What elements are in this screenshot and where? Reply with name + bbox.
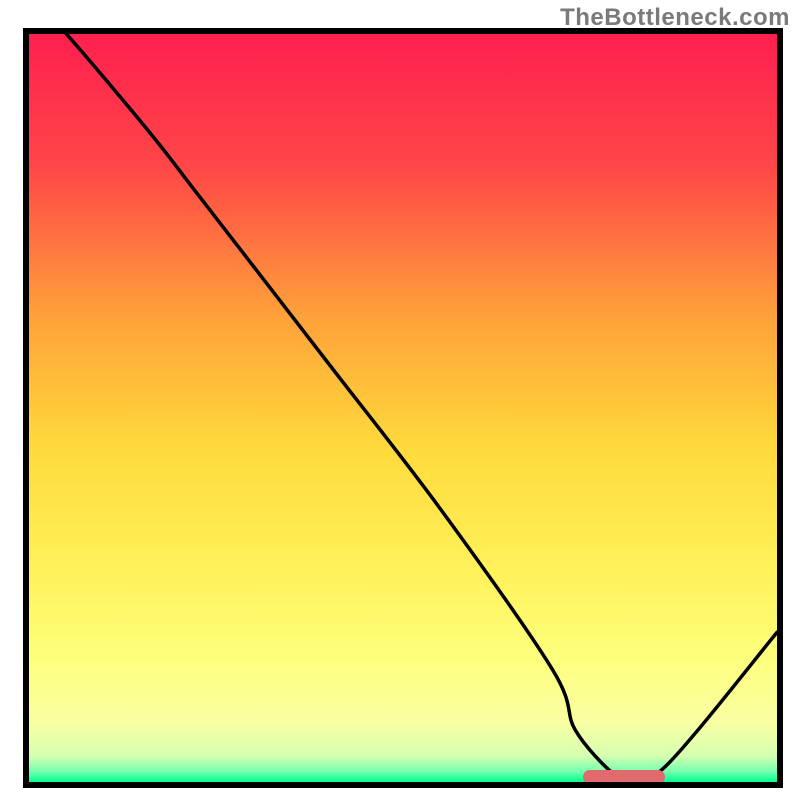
chart-stage: TheBottleneck.com	[0, 0, 800, 800]
bottleneck-curve	[29, 34, 777, 780]
optimal-range-marker	[583, 770, 665, 784]
curve-layer	[29, 34, 777, 782]
plot-frame	[23, 28, 783, 788]
